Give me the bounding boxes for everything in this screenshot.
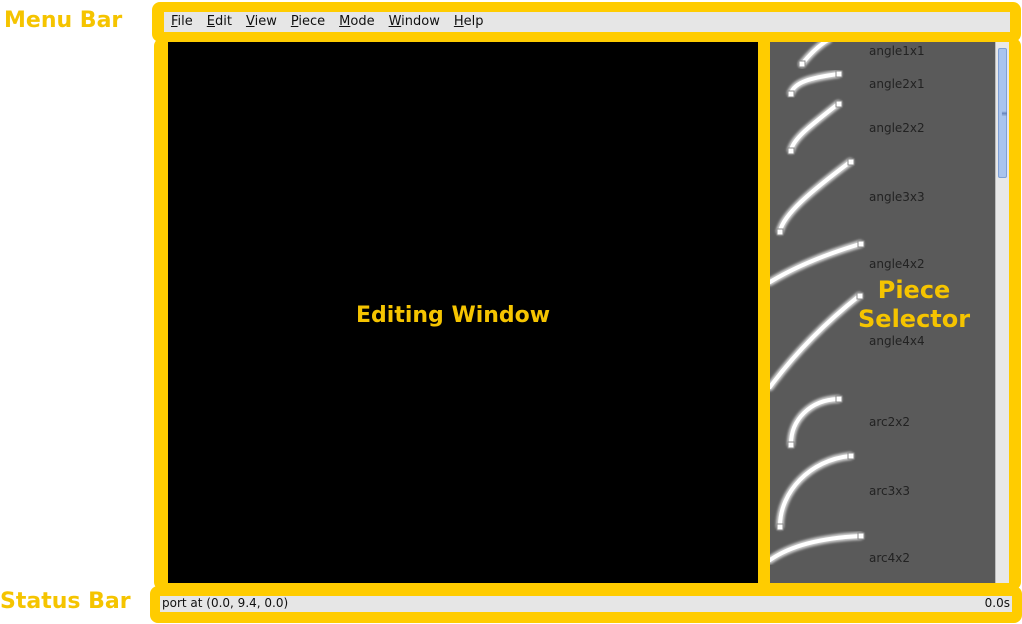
- piece-selector-callout-line2: Selector: [858, 305, 971, 333]
- menu-bar-callout: Menu Bar: [4, 8, 123, 33]
- piece-label-angle3x3[interactable]: angle3x3: [869, 190, 925, 204]
- menu-window[interactable]: Window: [382, 12, 447, 32]
- piece-selector-callout: Piece Selector: [858, 276, 970, 334]
- editing-window-callout: Editing Window: [356, 303, 551, 328]
- piece-icon-arc3x3[interactable]: [776, 452, 855, 531]
- menu-edit[interactable]: Edit: [200, 12, 239, 32]
- piece-label-angle4x2[interactable]: angle4x2: [869, 257, 925, 271]
- scrollbar-thumb[interactable]: ≡: [998, 48, 1008, 178]
- piece-icon-angle4x4[interactable]: [770, 292, 864, 391]
- menu-bar: File Edit View Piece Mode Window Help: [164, 12, 1010, 32]
- piece-selector-callout-line1: Piece: [877, 276, 951, 304]
- piece-icon-arc4x2[interactable]: [770, 532, 865, 564]
- status-bar-callout: Status Bar: [0, 589, 131, 614]
- piece-label-arc4x2[interactable]: arc4x2: [869, 551, 910, 565]
- grip-icon: ≡: [1001, 109, 1008, 118]
- menu-file[interactable]: File: [164, 12, 200, 32]
- status-message: port at (0.0, 9.4, 0.0): [162, 596, 289, 610]
- menu-help[interactable]: Help: [447, 12, 491, 32]
- status-bar: port at (0.0, 9.4, 0.0) 0.0s: [160, 596, 1012, 612]
- piece-icon-arc2x2[interactable]: [787, 395, 843, 449]
- piece-label-angle2x2[interactable]: angle2x2: [869, 121, 925, 135]
- piece-icon-angle4x2[interactable]: [770, 240, 865, 286]
- piece-label-angle1x1[interactable]: angle1x1: [869, 44, 925, 58]
- menu-view[interactable]: View: [239, 12, 284, 32]
- piece-label-angle4x4[interactable]: angle4x4: [869, 334, 925, 348]
- piece-icon-angle2x2[interactable]: [787, 100, 843, 155]
- piece-icon-angle2x1[interactable]: [787, 70, 843, 98]
- status-time: 0.0s: [984, 596, 1010, 610]
- piece-label-arc3x3[interactable]: arc3x3: [869, 484, 910, 498]
- piece-selector-scrollbar[interactable]: ≡: [995, 42, 1009, 583]
- piece-label-angle2x1[interactable]: angle2x1: [869, 77, 925, 91]
- menu-mode[interactable]: Mode: [332, 12, 381, 32]
- menu-piece[interactable]: Piece: [284, 12, 332, 32]
- piece-label-arc2x2[interactable]: arc2x2: [869, 415, 910, 429]
- piece-icon-angle3x3[interactable]: [776, 158, 855, 236]
- piece-icon-angle1x1[interactable]: [798, 42, 832, 68]
